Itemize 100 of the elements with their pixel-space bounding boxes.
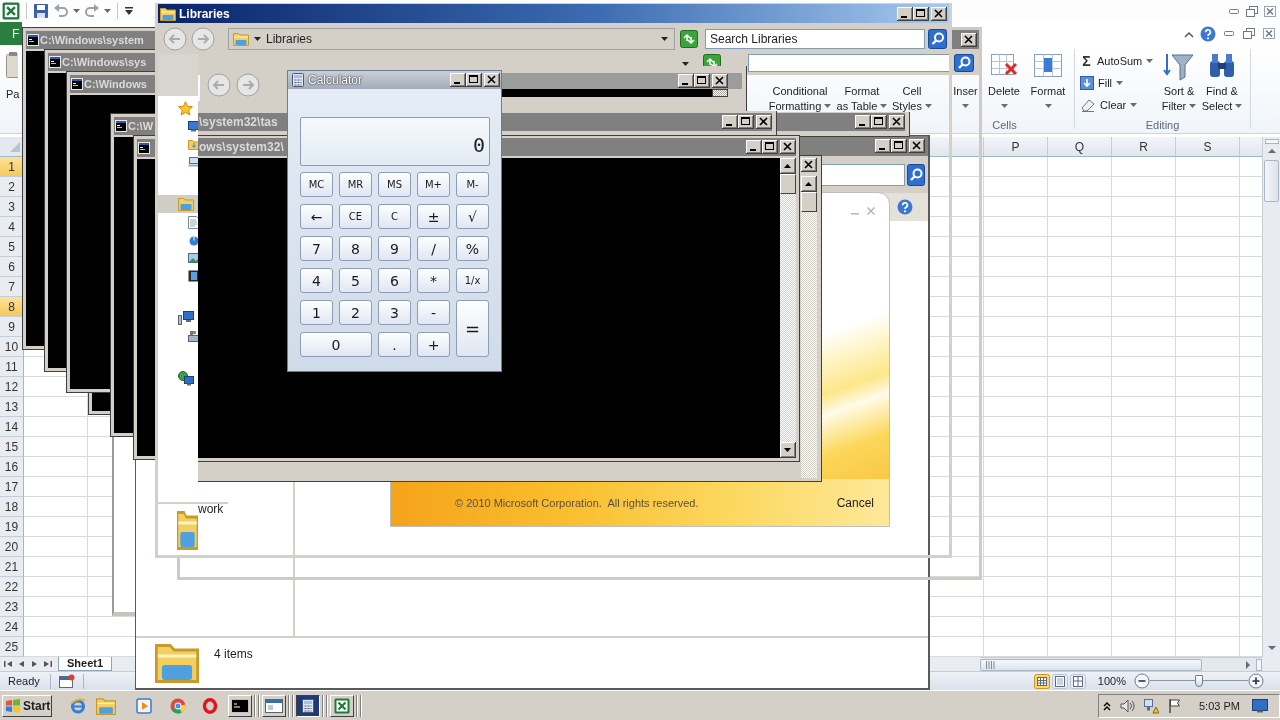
scroll-thumb[interactable] — [1264, 160, 1279, 202]
row-header[interactable]: 14 — [0, 417, 24, 437]
row-header[interactable]: 15 — [0, 437, 24, 457]
ribbon-button[interactable]: Inser — [953, 85, 978, 108]
caret-icon[interactable] — [104, 9, 111, 13]
scrollbar[interactable] — [780, 158, 796, 458]
calculator-key[interactable]: = — [456, 300, 489, 357]
customize-icon[interactable] — [124, 6, 134, 16]
row-header[interactable]: 18 — [0, 497, 24, 517]
row-header[interactable]: 7 — [0, 277, 24, 297]
minimize-icon[interactable] — [678, 74, 694, 88]
calculator-key[interactable]: MR — [339, 172, 372, 197]
row-header[interactable]: 20 — [0, 537, 24, 557]
page-break-icon[interactable] — [1069, 673, 1086, 689]
task-button[interactable] — [296, 694, 320, 717]
search-icon[interactable] — [954, 54, 974, 72]
row-header[interactable]: 21 — [0, 557, 24, 577]
column-header[interactable]: R — [1112, 137, 1176, 156]
clock[interactable]: 5:03 PM — [1199, 699, 1240, 712]
restore-icon[interactable] — [1242, 27, 1256, 40]
zoom-slider[interactable] — [1150, 674, 1248, 688]
chevron-icon[interactable] — [1103, 700, 1111, 711]
close-icon[interactable] — [756, 115, 772, 129]
calculator-key[interactable]: 5 — [339, 268, 372, 293]
flag-icon[interactable] — [1167, 697, 1183, 714]
first-icon[interactable] — [3, 659, 14, 669]
maximize-icon[interactable] — [891, 139, 907, 153]
save-icon[interactable] — [33, 3, 49, 19]
folder-icon[interactable] — [96, 696, 116, 715]
minimize-icon[interactable] — [855, 115, 871, 129]
row-header[interactable]: 2 — [0, 177, 24, 197]
scrollbar[interactable] — [712, 89, 728, 97]
speaker-icon[interactable] — [1119, 697, 1137, 714]
caret-icon[interactable] — [661, 36, 668, 41]
sheet-record-icon[interactable] — [59, 674, 75, 688]
minimize-icon[interactable] — [875, 139, 891, 153]
cancel-button[interactable]: Cancel — [836, 495, 874, 510]
ribbon-button[interactable]: Clear — [1080, 97, 1158, 113]
search-field[interactable] — [748, 54, 952, 72]
search-icon[interactable] — [928, 28, 947, 49]
ring-icon[interactable] — [202, 697, 218, 714]
start-button[interactable]: Start — [2, 694, 52, 717]
close-icon[interactable] — [889, 115, 905, 129]
calculator-key[interactable]: / — [417, 236, 450, 261]
row-header[interactable]: 6 — [0, 257, 24, 277]
caret-icon[interactable] — [73, 9, 80, 13]
page-layout-icon[interactable] — [1051, 673, 1068, 689]
desktop-icon[interactable] — [1251, 697, 1268, 714]
calculator-key[interactable]: √ — [456, 204, 489, 229]
search-field[interactable]: Search Libraries — [705, 28, 925, 49]
maximize-icon[interactable] — [871, 115, 887, 129]
close-icon[interactable] — [712, 74, 728, 88]
calculator-key[interactable]: M+ — [417, 172, 450, 197]
calculator-key[interactable]: - — [417, 300, 450, 325]
calculator-key[interactable]: 2 — [339, 300, 372, 325]
row-header[interactable]: 17 — [0, 477, 24, 497]
restore-icon[interactable] — [1245, 4, 1259, 18]
refresh-icon[interactable] — [703, 54, 721, 66]
chevron-icon[interactable] — [1184, 29, 1194, 38]
maximize-icon[interactable] — [466, 73, 482, 87]
help-icon[interactable] — [1200, 25, 1216, 42]
zoom-in-icon[interactable] — [1248, 673, 1264, 689]
calculator-key[interactable]: MS — [378, 172, 411, 197]
scrollbar[interactable] — [801, 176, 817, 478]
ribbon-button[interactable]: Σ AutoSum — [1080, 53, 1158, 69]
ribbon-button[interactable]: Fill — [1080, 75, 1158, 91]
minimize-icon[interactable] — [450, 73, 466, 87]
row-header[interactable]: 24 — [0, 617, 24, 637]
column-header[interactable]: Q — [1048, 137, 1112, 156]
maximize-icon[interactable] — [762, 140, 778, 154]
maximize-icon[interactable] — [694, 74, 710, 88]
ribbon-button[interactable]: Find & Select — [1200, 45, 1244, 112]
row-header[interactable]: 19 — [0, 517, 24, 537]
play-icon[interactable] — [136, 697, 152, 714]
scroll-thumb[interactable] — [980, 658, 1202, 671]
scroll-up-icon[interactable] — [801, 176, 817, 192]
column-header[interactable]: S — [1176, 137, 1240, 156]
last-icon[interactable] — [42, 659, 53, 669]
ribbon-button[interactable]: Cell Styles — [889, 85, 935, 112]
row-header[interactable]: 8 — [0, 297, 24, 317]
ribbon-button[interactable]: Sort & Filter — [1158, 45, 1200, 112]
zoom-level[interactable]: 100% — [1097, 675, 1126, 687]
calculator-key[interactable]: ± — [417, 204, 450, 229]
calculator-key[interactable]: % — [456, 236, 489, 261]
search-icon[interactable] — [907, 163, 925, 186]
row-header[interactable]: 16 — [0, 457, 24, 477]
close-icon[interactable] — [484, 73, 500, 87]
row-header[interactable]: 25 — [0, 637, 24, 657]
calculator-key[interactable]: M- — [456, 172, 489, 197]
help-icon[interactable] — [897, 199, 913, 215]
row-header[interactable]: 9 — [0, 317, 24, 337]
refresh-icon[interactable] — [680, 29, 698, 48]
calculator-key[interactable]: 4 — [300, 268, 333, 293]
search-field[interactable] — [820, 163, 905, 186]
calculator-key[interactable]: 7 — [300, 236, 333, 261]
file-tab[interactable]: F — [0, 22, 22, 45]
maximize-icon[interactable] — [738, 115, 754, 129]
row-header[interactable]: 4 — [0, 217, 24, 237]
calculator-key[interactable]: C — [378, 204, 411, 229]
row-header[interactable]: 3 — [0, 197, 24, 217]
